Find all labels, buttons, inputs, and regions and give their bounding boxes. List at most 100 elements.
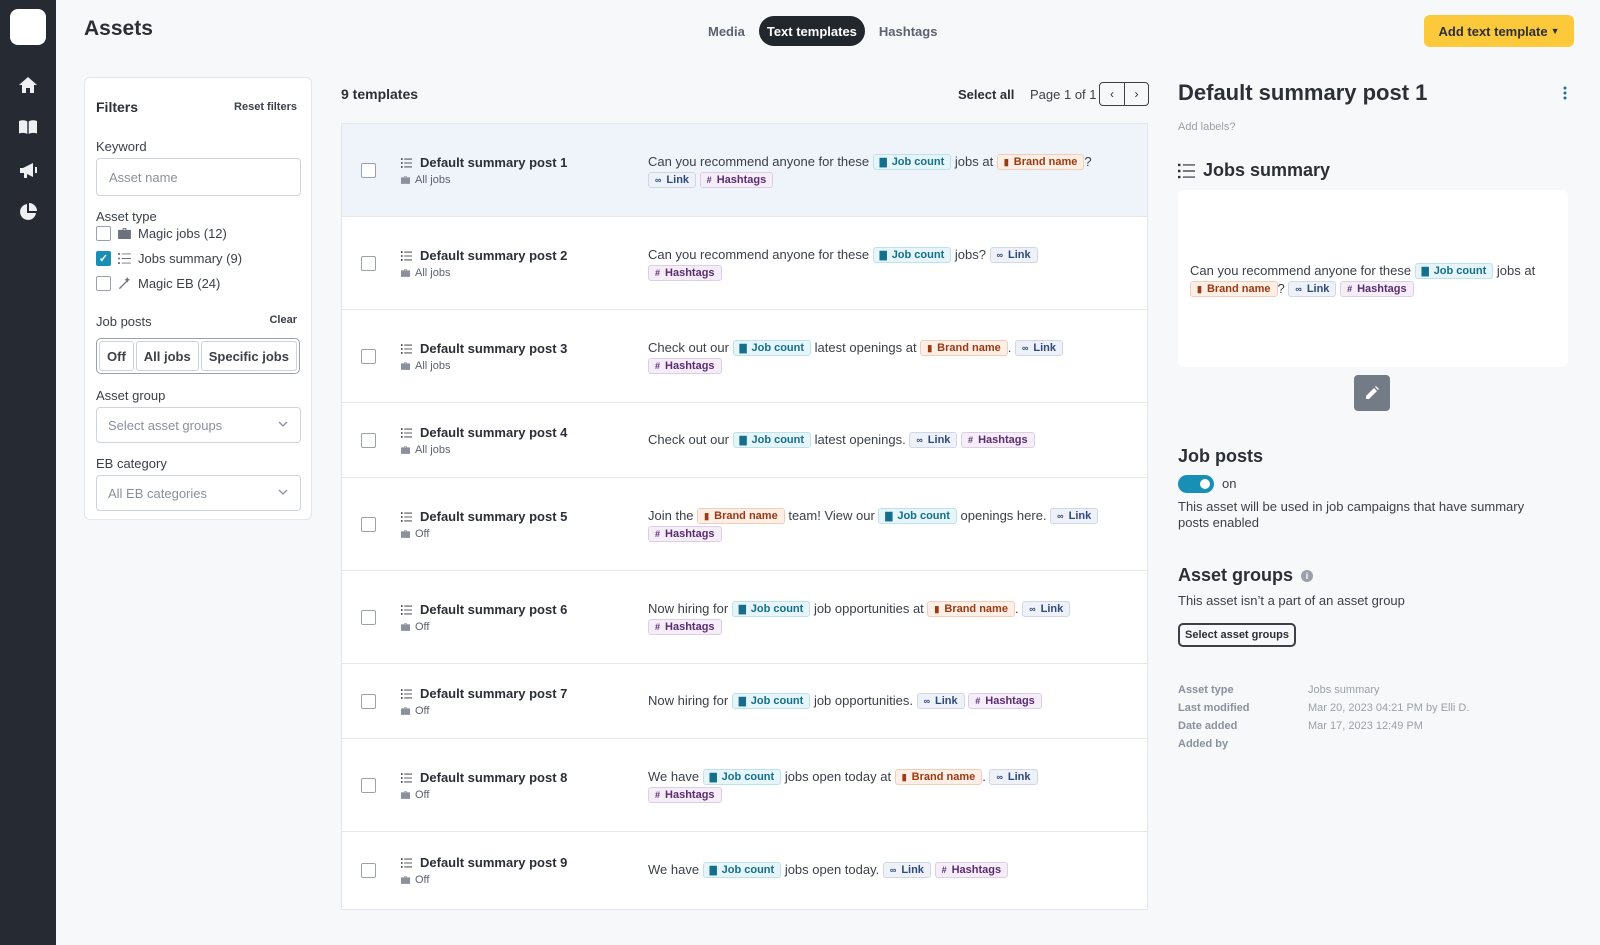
row-job-posts: All jobs (415, 174, 451, 186)
row-checkbox[interactable] (361, 694, 376, 709)
eb-category-select[interactable]: All EB categories (96, 475, 301, 511)
table-row[interactable]: Default summary post 8 Off We have ▇ Job … (342, 739, 1147, 832)
row-sub: Off (401, 874, 429, 886)
row-job-posts: Off (415, 874, 430, 886)
checkbox-checked[interactable]: ✓ (96, 251, 111, 266)
home-icon[interactable] (15, 72, 41, 98)
info-icon[interactable]: i (1301, 569, 1314, 582)
tab-text-templates[interactable]: Text templates (758, 16, 865, 46)
row-checkbox[interactable] (361, 778, 376, 793)
briefcase-icon (117, 227, 132, 241)
table-row[interactable]: Default summary post 7 Off Now hiring fo… (342, 664, 1147, 739)
link-chip: ∞ Link (989, 247, 1038, 263)
hash-icon: # (706, 175, 712, 185)
table-row[interactable]: Default summary post 5 Off Join the ▮ Bra… (342, 478, 1147, 571)
asset-group-select[interactable]: Select asset groups (96, 407, 301, 443)
chip-label: Link (1040, 603, 1064, 615)
link-icon: ∞ (1057, 511, 1064, 521)
row-template-text: Check out our ▇ Job count latest openings… (648, 431, 1108, 449)
clear-job-posts-button[interactable]: Clear (269, 314, 297, 326)
job-posts-toggle[interactable] (1178, 475, 1214, 493)
row-title: Default summary post 7 (401, 686, 567, 701)
row-checkbox[interactable] (361, 349, 376, 364)
table-row[interactable]: Default summary post 2 All jobs Can you … (342, 217, 1147, 310)
row-checkbox[interactable] (361, 517, 376, 532)
briefcase-icon (401, 269, 410, 277)
asset-type-magic-jobs[interactable]: Magic jobs (12) (96, 226, 227, 241)
row-job-posts: Off (415, 705, 430, 717)
chip-label: Job count (750, 603, 804, 615)
table-row[interactable]: Default summary post 6 Off Now hiring fo… (342, 571, 1147, 664)
table-row[interactable]: Default summary post 1 All jobs Can you … (342, 124, 1147, 217)
add-text-template-label: Add text template (1438, 23, 1548, 39)
brand-name-chip: ▮ Brand name (996, 154, 1085, 170)
text-segment: openings here. (960, 508, 1047, 523)
briefcase-icon: ▇ (709, 865, 717, 875)
table-row[interactable]: Default summary post 4 All jobs Check ou… (342, 403, 1147, 478)
link-chip: ∞ Link (1288, 281, 1337, 297)
chevron-right-icon[interactable]: › (1124, 83, 1148, 105)
job-count-chip: ▇ Job count (732, 340, 812, 356)
table-row[interactable]: Default summary post 9 Off We have ▇ Job … (342, 832, 1147, 909)
chip-label: Link (1007, 771, 1031, 783)
job-posts-specific-jobs[interactable]: Specific jobs (200, 341, 297, 371)
row-checkbox[interactable] (361, 610, 376, 625)
hashtags-chip: # Hashtags (648, 265, 722, 281)
pie-chart-icon[interactable] (15, 199, 41, 225)
hashtags-chip: # Hashtags (968, 693, 1042, 709)
brand-name-chip: ▮ Brand name (894, 769, 983, 785)
text-segment: ? (1277, 281, 1285, 296)
tab-hashtags[interactable]: Hashtags (871, 16, 946, 46)
row-checkbox[interactable] (361, 163, 376, 178)
book-icon[interactable] (15, 114, 41, 140)
tab-media[interactable]: Media (700, 16, 753, 46)
more-options-icon[interactable] (1563, 86, 1567, 100)
job-posts-all-jobs[interactable]: All jobs (135, 341, 199, 371)
chip-label: Brand name (714, 510, 778, 522)
hash-icon: # (655, 361, 661, 371)
building-icon: ▮ (934, 604, 940, 614)
table-row[interactable]: Default summary post 3 All jobs Check ou… (342, 310, 1147, 403)
row-checkbox[interactable] (361, 433, 376, 448)
row-checkbox[interactable] (361, 863, 376, 878)
app-logo[interactable] (10, 9, 46, 45)
add-text-template-button[interactable]: Add text template ▼ (1424, 15, 1574, 47)
row-title: Default summary post 1 (401, 155, 567, 170)
chip-label: Hashtags (665, 267, 715, 279)
briefcase-icon (401, 623, 410, 631)
asset-type-jobs-summary[interactable]: ✓ Jobs summary (9) (96, 251, 242, 266)
text-segment: job opportunities at (813, 601, 924, 616)
text-segment: jobs (1496, 263, 1521, 278)
keyword-input[interactable]: Asset name (96, 158, 301, 196)
select-asset-groups-button[interactable]: Select asset groups (1178, 623, 1296, 647)
row-title: Default summary post 4 (401, 425, 567, 440)
checkbox[interactable] (96, 276, 111, 291)
edit-template-button[interactable] (1354, 375, 1390, 411)
text-segment: Now hiring for (648, 601, 729, 616)
briefcase-icon (401, 791, 410, 799)
megaphone-icon[interactable] (15, 157, 41, 183)
brand-name-chip: ▮ Brand name (697, 508, 785, 524)
job-count-chip: ▇ Job count (731, 693, 811, 709)
reset-filters-button[interactable]: Reset filters (234, 101, 297, 113)
asset-type-magic-eb[interactable]: Magic EB (24) (96, 276, 220, 291)
select-all-button[interactable]: Select all (958, 87, 1014, 102)
chevron-left-icon[interactable]: ‹ (1100, 83, 1124, 105)
link-chip: ∞ Link (989, 769, 1038, 785)
text-segment: Now hiring for (648, 693, 729, 708)
brand-name-chip: ▮ Brand name (1190, 281, 1278, 297)
building-icon: ▮ (1003, 157, 1009, 167)
page-title: Assets (84, 17, 153, 40)
job-count-chip: ▇ Job count (878, 508, 957, 524)
list-icon (401, 427, 412, 438)
text-segment: latest openings. (814, 432, 906, 447)
row-template-text: Now hiring for ▇ Job count job opportunit… (648, 692, 1108, 710)
brand-name-chip: ▮ Brand name (927, 601, 1015, 617)
text-segment: . (1007, 340, 1012, 355)
add-labels-link[interactable]: Add labels? (1178, 121, 1236, 133)
job-posts-off[interactable]: Off (99, 341, 134, 371)
checkbox[interactable] (96, 226, 111, 241)
row-checkbox[interactable] (361, 256, 376, 271)
eb-category-value: All EB categories (108, 485, 207, 501)
asset-groups-heading: Asset groups i (1178, 565, 1314, 586)
